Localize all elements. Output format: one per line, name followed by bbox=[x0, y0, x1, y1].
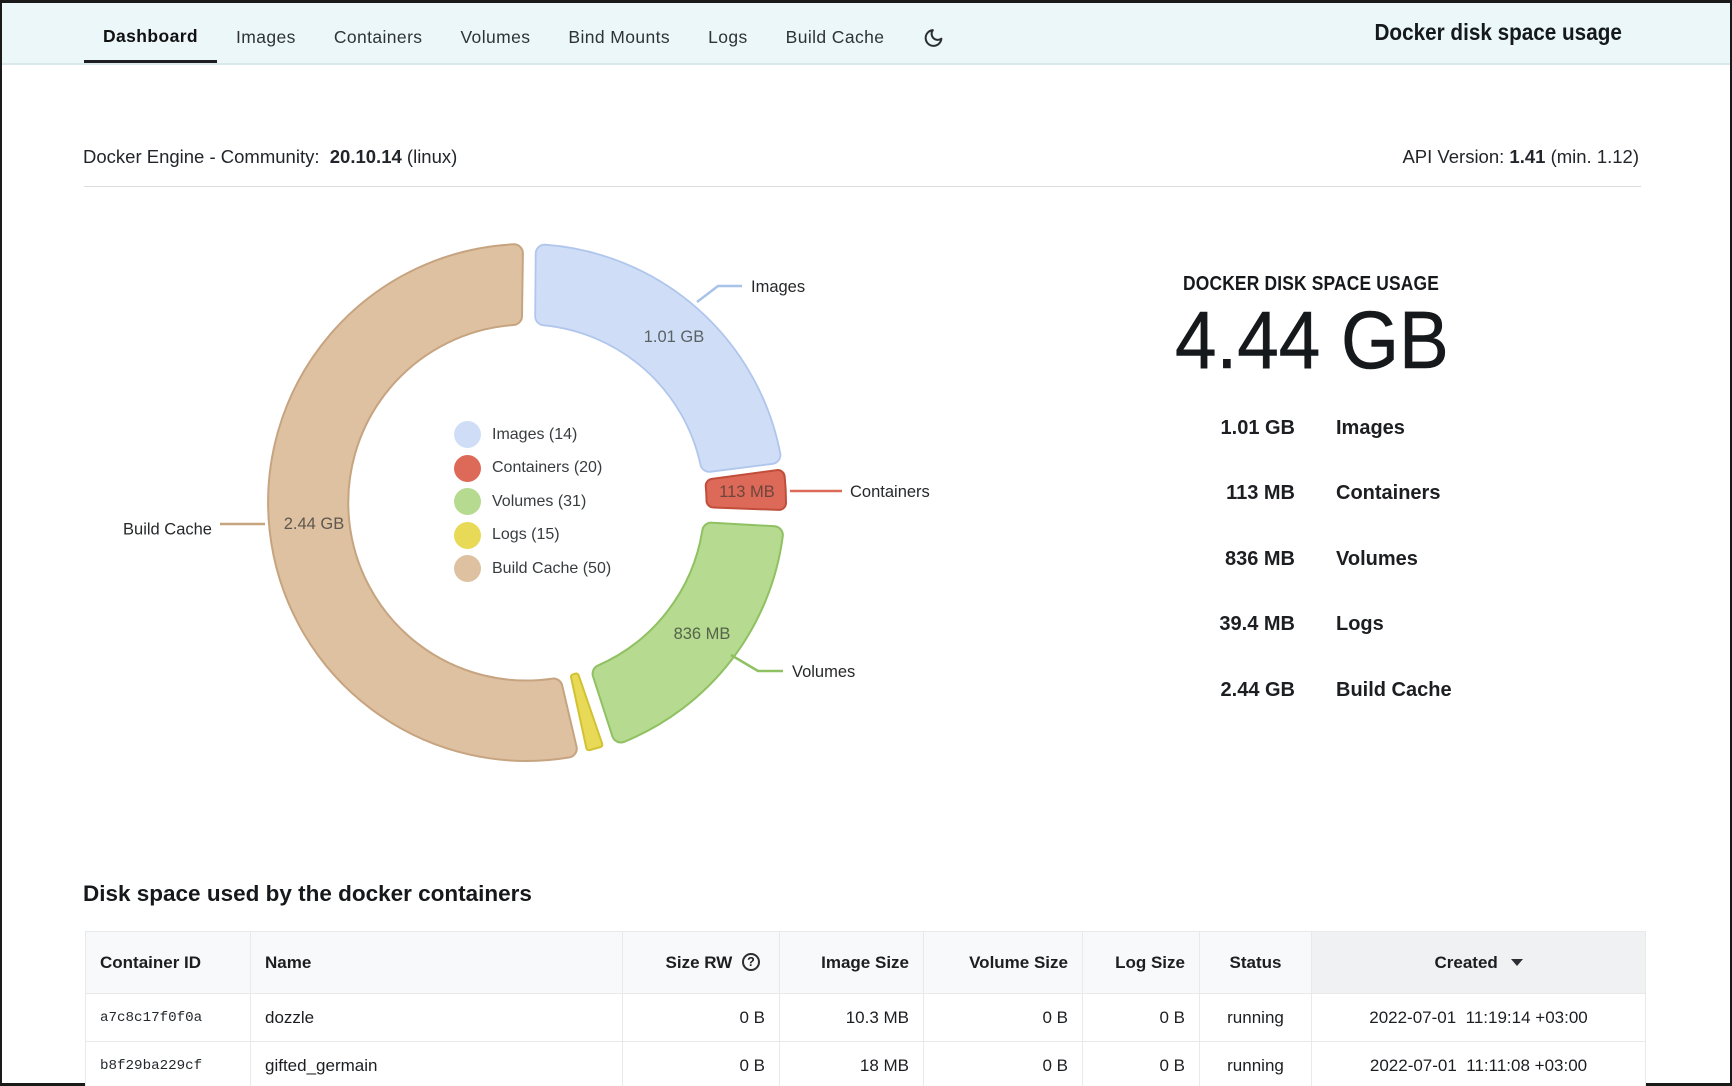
svg-text:2.44 GB: 2.44 GB bbox=[284, 515, 345, 533]
svg-text:113 MB: 113 MB bbox=[719, 483, 775, 501]
svg-text:Images: Images bbox=[751, 278, 805, 296]
svg-text:836 MB: 836 MB bbox=[674, 625, 731, 643]
svg-text:Volumes: Volumes bbox=[792, 663, 855, 681]
svg-text:1.01 GB: 1.01 GB bbox=[644, 328, 705, 346]
svg-text:Containers: Containers bbox=[850, 483, 930, 501]
svg-text:Build Cache: Build Cache bbox=[123, 521, 212, 539]
